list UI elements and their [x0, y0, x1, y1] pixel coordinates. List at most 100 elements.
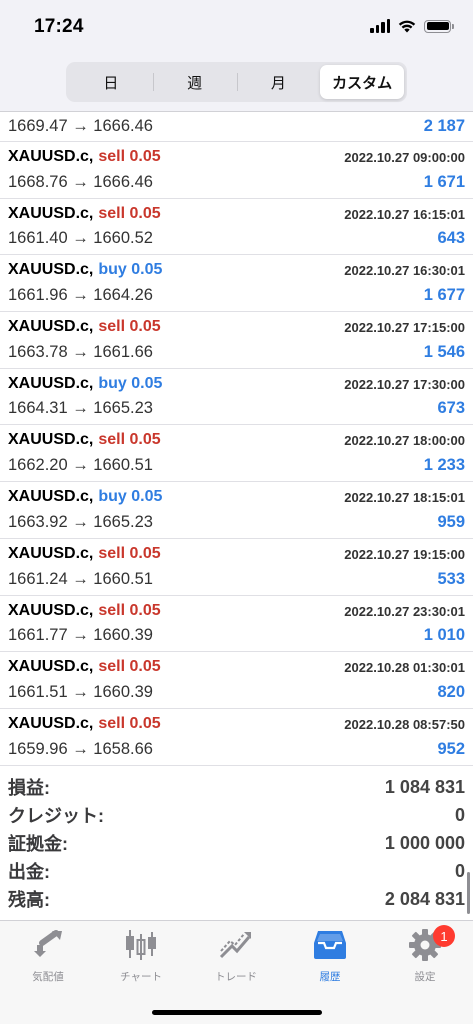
trade-side: buy 0.05 [98, 488, 162, 506]
trade-side-label: buy [98, 488, 127, 506]
trade-datetime: 2022.10.28 08:57:50 [344, 716, 465, 732]
battery-icon [424, 19, 454, 33]
segment-week[interactable]: 週 [152, 65, 237, 99]
trade-title: XAUUSD.c, sell 0.05 [8, 602, 161, 620]
trade-prices: 1669.47 → 1666.46 [8, 117, 153, 135]
tab-trade[interactable]: トレード [196, 927, 276, 984]
trade-title: XAUUSD.c, sell 0.05 [8, 715, 161, 733]
summary-profit-value: 1 084 831 [384, 776, 465, 797]
trade-datetime: 2022.10.27 19:15:00 [344, 546, 465, 562]
trade-symbol: XAUUSD.c, [8, 261, 94, 279]
trade-profit: 820 [437, 682, 465, 701]
trade-profit: 1 233 [423, 456, 465, 475]
tab-bar: 気配値 チャート トレード 履歴 1 設定 [0, 920, 473, 1024]
trade-side: sell 0.05 [98, 715, 160, 733]
tab-settings[interactable]: 1 設定 [385, 925, 465, 984]
trade-prices: 1661.24 → 1660.51 [8, 569, 153, 588]
chart-icon [126, 930, 156, 960]
summary-balance-label: 残高: [8, 890, 50, 910]
trade-side: sell 0.05 [98, 205, 160, 223]
tab-quotes[interactable]: 気配値 [8, 927, 88, 984]
history-row[interactable]: XAUUSD.c, sell 0.05 2022.10.27 09:00:00 166… [0, 142, 473, 199]
history-row[interactable]: XAUUSD.c, buy 0.05 2022.10.27 17:30:00 1664… [0, 369, 473, 426]
period-segmented-control: 日 週 月 カスタム [66, 62, 407, 102]
tab-history-label: 履歴 [319, 971, 341, 983]
summary-balance-row: 残高: 2 084 831 [0, 885, 473, 913]
trade-title: XAUUSD.c, sell 0.05 [8, 658, 161, 676]
history-row[interactable]: XAUUSD.c, sell 0.05 2022.10.28 01:30:01 166… [0, 652, 473, 709]
trade-title: XAUUSD.c, sell 0.05 [8, 431, 161, 449]
segment-custom[interactable]: カスタム [320, 65, 404, 99]
trade-side: sell 0.05 [98, 602, 160, 620]
trade-symbol: XAUUSD.c, [8, 318, 94, 336]
tab-chart-label: チャート [120, 971, 162, 983]
trade-side-label: sell [98, 658, 126, 676]
trade-title: XAUUSD.c, sell 0.05 [8, 318, 161, 336]
segment-day[interactable]: 日 [69, 65, 153, 99]
settings-badge: 1 [433, 925, 455, 947]
trade-side: sell 0.05 [98, 431, 160, 449]
summary-withdrawal-row: 出金: 0 [0, 857, 473, 885]
history-row[interactable]: XAUUSD.c, sell 0.05 2022.10.27 23:30:01 166… [0, 596, 473, 653]
trade-datetime: 2022.10.27 18:00:00 [344, 433, 465, 449]
history-row[interactable]: XAUUSD.c, sell 0.05 2022.10.27 19:15:00 166… [0, 539, 473, 596]
tab-trade-label: トレード [215, 971, 257, 983]
trade-title: XAUUSD.c, buy 0.05 [8, 261, 162, 279]
summary-deposit-value: 1 000 000 [384, 832, 465, 853]
tab-chart[interactable]: チャート [101, 927, 181, 984]
trade-profit: 952 [437, 739, 465, 758]
trade-prices: 1664.31 → 1665.23 [8, 399, 153, 418]
trade-profit: 1 010 [423, 626, 465, 645]
trade-profit: 1 677 [423, 286, 465, 305]
trade-volume: 0.05 [129, 148, 161, 165]
trade-datetime: 2022.10.27 18:15:01 [344, 490, 465, 506]
account-summary: 損益: 1 084 831 クレジット: 0 証拠金: 1 000 000 出金… [0, 773, 473, 913]
tab-history[interactable]: 履歴 [290, 927, 370, 984]
trade-title: XAUUSD.c, sell 0.05 [8, 205, 161, 223]
trade-symbol: XAUUSD.c, [8, 544, 94, 562]
summary-deposit-row: 証拠金: 1 000 000 [0, 829, 473, 857]
trade-side-label: sell [98, 318, 126, 336]
trade-datetime: 2022.10.27 09:00:00 [344, 150, 465, 165]
trade-prices: 1661.96 → 1664.26 [8, 286, 153, 305]
trade-datetime: 2022.10.27 17:30:00 [344, 376, 465, 392]
quotes-icon [34, 930, 62, 957]
home-indicator[interactable] [152, 1010, 322, 1015]
trade-volume: 0.05 [129, 318, 161, 336]
history-row[interactable]: XAUUSD.c, buy 0.05 2022.10.27 16:30:01 1661… [0, 255, 473, 313]
history-row[interactable]: XAUUSD.c, sell 0.05 2022.10.27 17:15:00 166… [0, 312, 473, 369]
history-row[interactable]: XAUUSD.c, buy 0.05 2022.10.27 18:15:01 1663… [0, 482, 473, 539]
trade-volume: 0.05 [129, 714, 161, 732]
trade-side: sell 0.05 [98, 148, 160, 166]
history-list[interactable]: 1669.47 → 1666.46 2 187 XAUUSD.c, sell 0.… [0, 112, 473, 766]
trade-side: sell 0.05 [98, 658, 160, 676]
trade-volume: 0.05 [129, 204, 161, 222]
trade-side-label: buy [98, 261, 127, 279]
trade-side-label: buy [98, 374, 127, 392]
trade-datetime: 2022.10.27 17:15:00 [344, 320, 465, 336]
trade-volume: 0.05 [131, 488, 163, 506]
history-row[interactable]: XAUUSD.c, sell 0.05 2022.10.27 16:15:01 166… [0, 199, 473, 256]
summary-credit-value: 0 [454, 804, 465, 825]
history-row[interactable]: XAUUSD.c, sell 0.05 2022.10.27 18:00:00 166… [0, 425, 473, 483]
trade-prices: 1662.20 → 1660.51 [8, 456, 153, 475]
trade-side: buy 0.05 [98, 261, 162, 279]
segment-month[interactable]: 月 [236, 65, 321, 99]
history-row-partial[interactable]: 1669.47 → 1666.46 2 187 [0, 112, 473, 142]
trade-symbol: XAUUSD.c, [8, 374, 94, 392]
history-row[interactable]: XAUUSD.c, sell 0.05 2022.10.28 08:57:50 165… [0, 709, 473, 766]
cellular-signal-icon [370, 19, 390, 33]
tab-settings-label: 設定 [414, 971, 436, 983]
trade-datetime: 2022.10.27 16:30:01 [344, 263, 465, 279]
trade-prices: 1663.92 → 1665.23 [8, 512, 153, 531]
trade-prices: 1668.76 → 1666.46 [8, 172, 153, 191]
scroll-indicator[interactable] [467, 872, 470, 914]
trade-volume: 0.05 [129, 658, 161, 676]
summary-profit-row: 損益: 1 084 831 [0, 773, 473, 801]
summary-deposit-label: 証拠金: [8, 834, 68, 854]
trade-symbol: XAUUSD.c, [8, 601, 94, 619]
trade-title: XAUUSD.c, sell 0.05 [8, 148, 161, 166]
trade-datetime: 2022.10.27 23:30:01 [344, 603, 465, 619]
trade-side-label: sell [98, 148, 126, 165]
trade-volume: 0.05 [129, 601, 161, 619]
